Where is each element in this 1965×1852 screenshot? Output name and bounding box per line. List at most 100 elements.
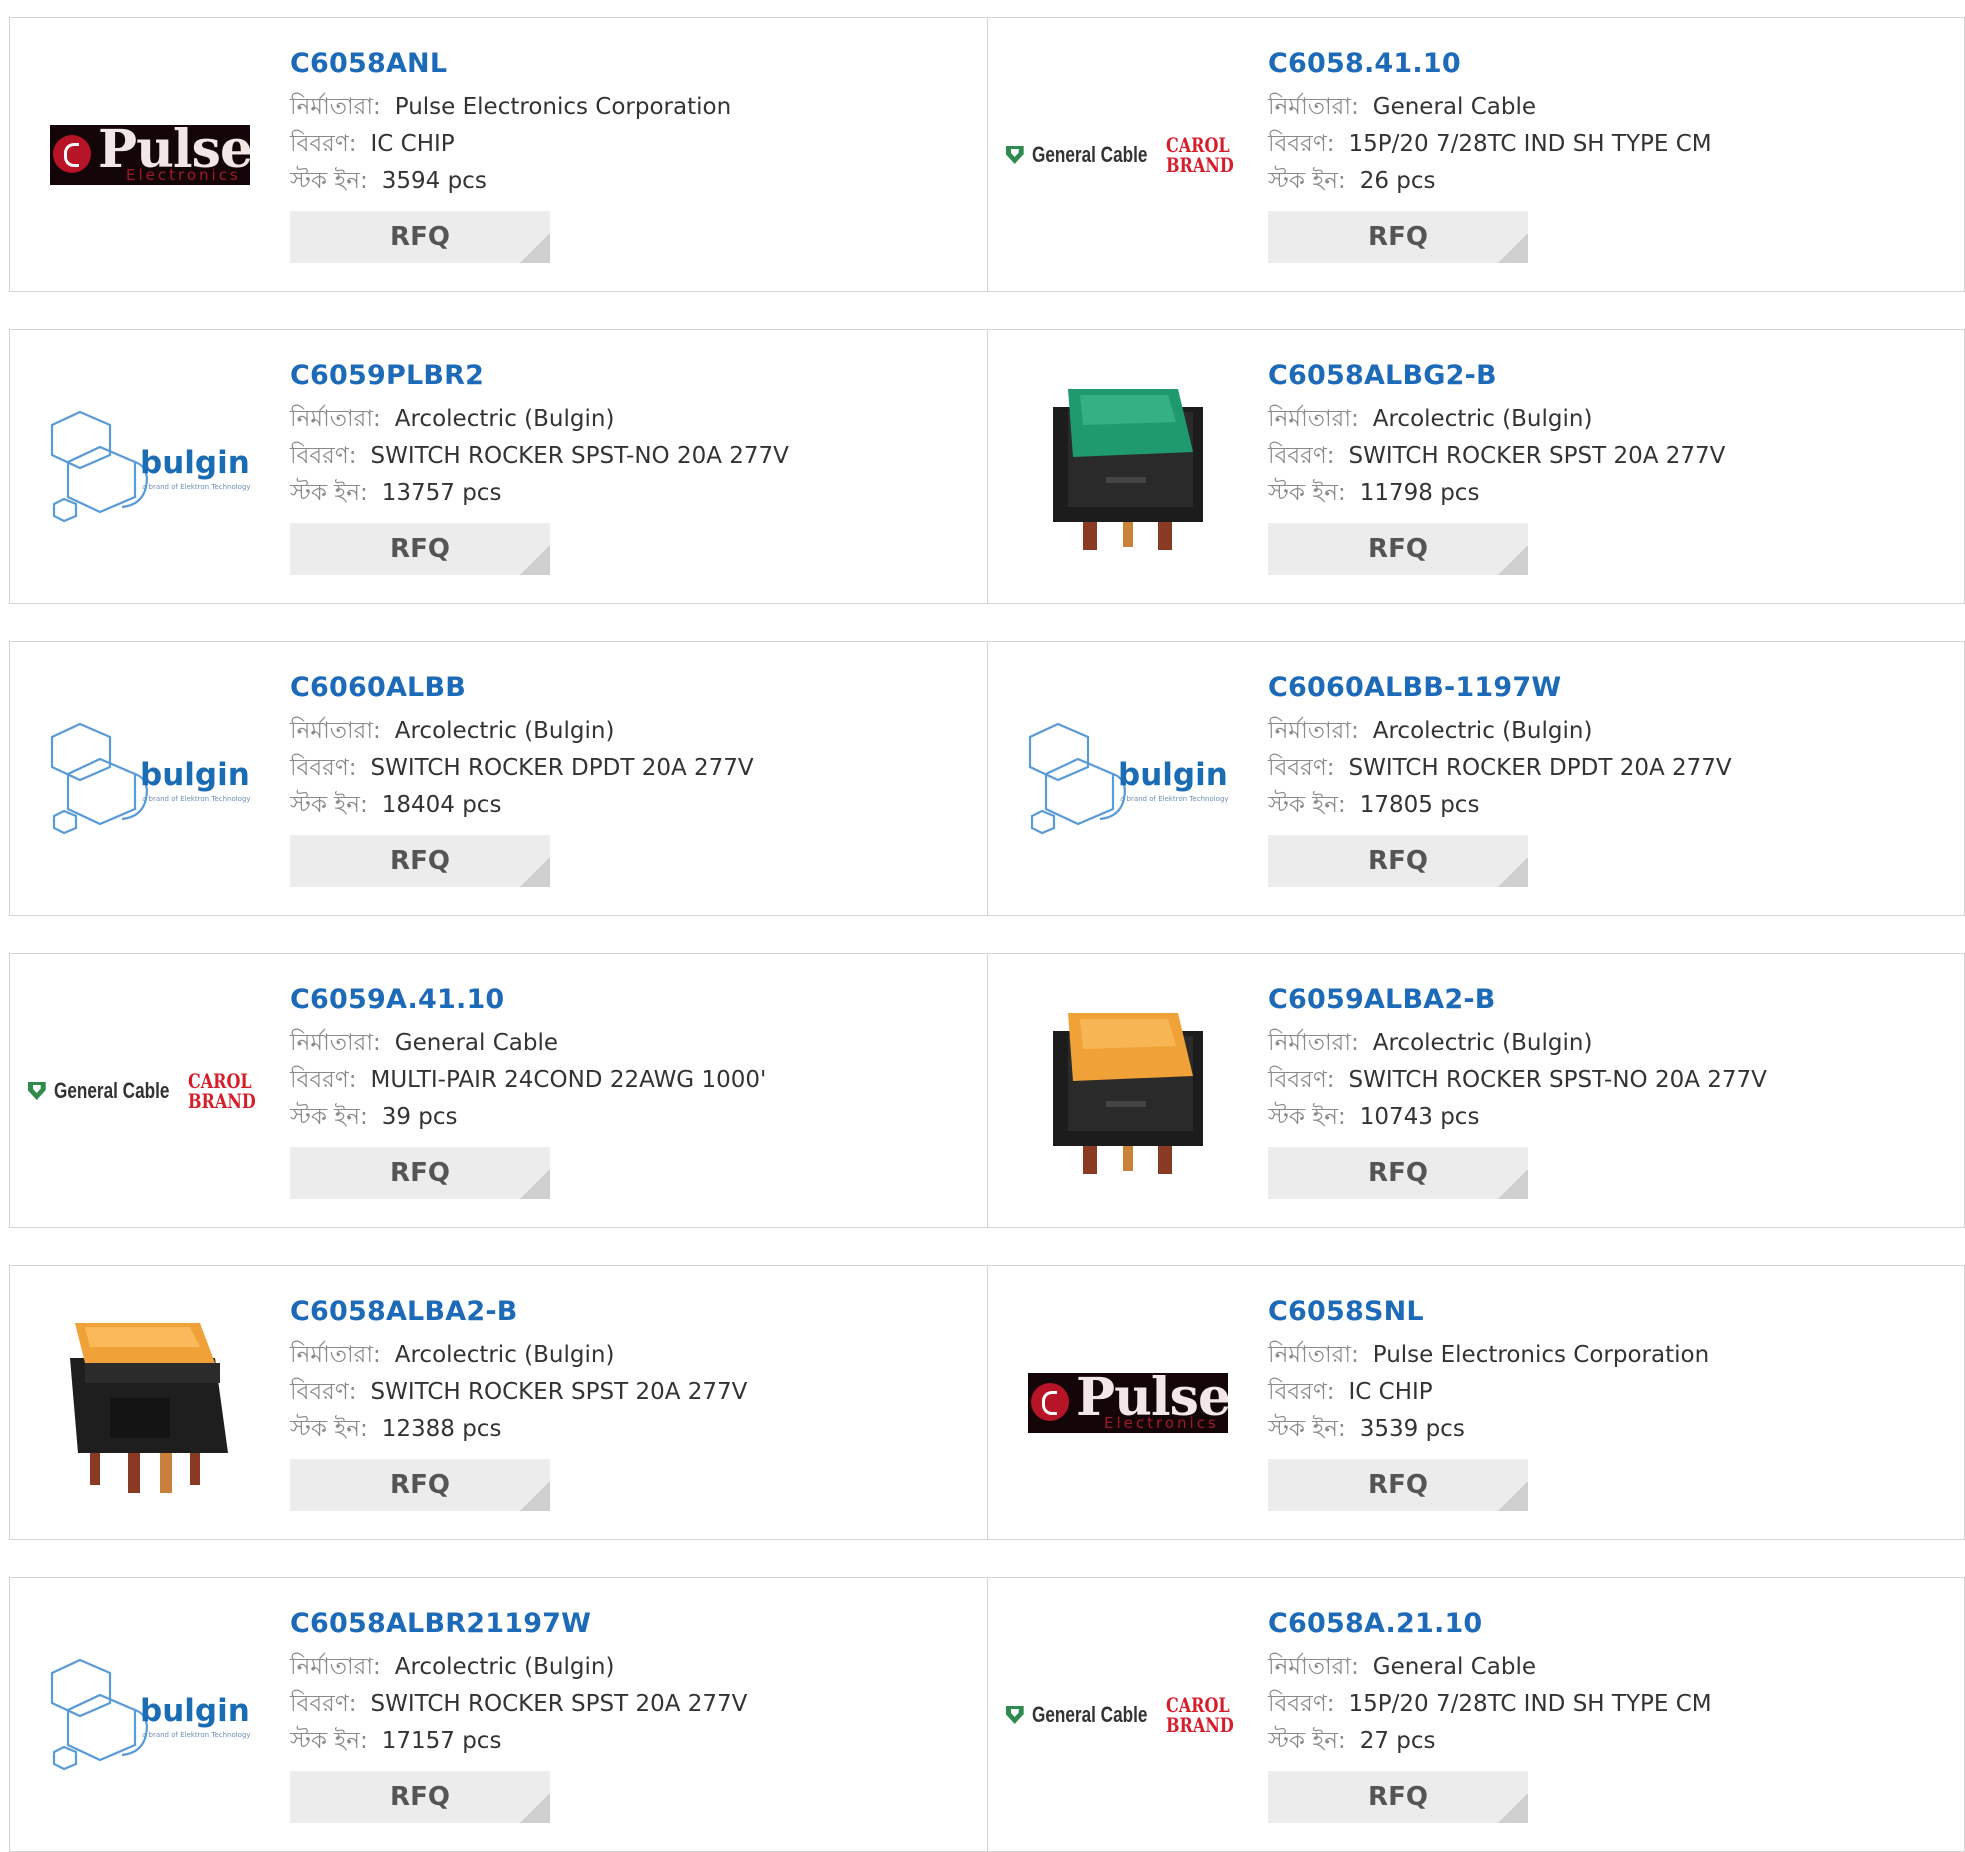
bulgin-logo: bulgin a brand of Elektron Technology xyxy=(50,407,251,527)
rfq-button[interactable]: RFQ xyxy=(1268,1147,1528,1199)
rocker-switch-image[interactable] xyxy=(1028,991,1228,1191)
manufacturer-value: Arcolectric (Bulgin) xyxy=(394,1342,615,1368)
stock-label: স্টক ইন: xyxy=(290,1104,368,1130)
description-row: বিবরণ: 15P/20 7/28TC IND SH TYPE CM xyxy=(1268,131,1928,158)
product-card: Pulse Electronics C6058SNL নির্মাতারা: Pulse… xyxy=(987,1265,1965,1540)
description-label: বিবরণ: xyxy=(1268,755,1335,781)
stock-value: 27 pcs xyxy=(1359,1728,1436,1754)
rfq-button[interactable]: RFQ xyxy=(1268,1459,1528,1511)
description-row: বিবরণ: 15P/20 7/28TC IND SH TYPE CM xyxy=(1268,1691,1928,1718)
part-number-link[interactable]: C6059PLBR2 xyxy=(290,358,950,394)
stock-row: স্টক ইন: 11798 pcs xyxy=(1268,480,1928,507)
description-value: MULTI-PAIR 24COND 22AWG 1000' xyxy=(370,1067,767,1093)
part-number-link[interactable]: C6060ALBB xyxy=(290,670,950,706)
stock-value: 17805 pcs xyxy=(1359,792,1480,818)
rocker-switch-image[interactable] xyxy=(1028,367,1228,567)
stock-value: 26 pcs xyxy=(1359,168,1436,194)
stock-row: স্টক ইন: 26 pcs xyxy=(1268,168,1928,195)
product-card: General Cable CAROL BRAND C6058A.21.10 নির্ম… xyxy=(987,1577,1965,1852)
description-label: বিবরণ: xyxy=(290,755,357,781)
general-cable-logo: General Cable CAROL BRAND xyxy=(1006,1695,1251,1735)
bulgin-logo[interactable]: bulgin a brand of Elektron Technology xyxy=(50,679,251,879)
general-cable-logo[interactable]: General Cable CAROL BRAND xyxy=(50,991,256,1191)
manufacturer-value: Arcolectric (Bulgin) xyxy=(394,406,615,432)
manufacturer-label: নির্মাতারা: xyxy=(290,1342,381,1368)
manufacturer-row: নির্মাতারা: Pulse Electronics Corporation xyxy=(1268,1342,1928,1369)
stock-label: স্টক ইন: xyxy=(1268,1728,1346,1754)
pulse-electronics-logo: Pulse Electronics xyxy=(1028,1373,1228,1433)
stock-label: স্টক ইন: xyxy=(290,1728,368,1754)
bulgin-logo: bulgin a brand of Elektron Technology xyxy=(1028,719,1229,839)
rfq-button[interactable]: RFQ xyxy=(1268,523,1528,575)
manufacturer-value: Pulse Electronics Corporation xyxy=(394,94,732,120)
stock-label: স্টক ইন: xyxy=(1268,792,1346,818)
general-cable-logo[interactable]: General Cable CAROL BRAND xyxy=(1028,55,1234,255)
bulgin-logo[interactable]: bulgin a brand of Elektron Technology xyxy=(50,367,251,567)
part-number-link[interactable]: C6058ALBG2-B xyxy=(1268,358,1928,394)
product-info: C6058.41.10 নির্মাতারা: General Cable বিবরণ… xyxy=(1268,46,1928,263)
part-number-link[interactable]: C6060ALBB-1197W xyxy=(1268,670,1928,706)
part-number-link[interactable]: C6058A.21.10 xyxy=(1268,1606,1928,1642)
part-number-link[interactable]: C6058SNL xyxy=(1268,1294,1928,1330)
manufacturer-value: Pulse Electronics Corporation xyxy=(1372,1342,1710,1368)
description-row: বিবরণ: SWITCH ROCKER SPST-NO 20A 277V xyxy=(290,443,950,470)
description-label: বিবরণ: xyxy=(290,131,357,157)
part-number-link[interactable]: C6058ALBA2-B xyxy=(290,1294,950,1330)
general-cable-logo: General Cable CAROL BRAND xyxy=(28,1071,273,1111)
rfq-button[interactable]: RFQ xyxy=(290,1771,550,1823)
rfq-button[interactable]: RFQ xyxy=(290,211,550,263)
bulgin-logo[interactable]: bulgin a brand of Elektron Technology xyxy=(50,1615,251,1815)
stock-row: স্টক ইন: 3539 pcs xyxy=(1268,1416,1928,1443)
description-value: 15P/20 7/28TC IND SH TYPE CM xyxy=(1348,1691,1712,1717)
stock-label: স্টক ইন: xyxy=(290,792,368,818)
description-row: বিবরণ: IC CHIP xyxy=(290,131,950,158)
rfq-button[interactable]: RFQ xyxy=(290,1459,550,1511)
manufacturer-label: নির্মাতারা: xyxy=(1268,406,1359,432)
stock-value: 3539 pcs xyxy=(1359,1416,1465,1442)
stock-label: স্টক ইন: xyxy=(1268,1104,1346,1130)
corner-triangle-icon xyxy=(1498,857,1528,887)
general-cable-logo: General Cable CAROL BRAND xyxy=(1006,135,1251,175)
description-label: বিবরণ: xyxy=(290,1067,357,1093)
bulgin-logo[interactable]: bulgin a brand of Elektron Technology xyxy=(1028,679,1229,879)
description-row: বিবরণ: SWITCH ROCKER SPST 20A 277V xyxy=(290,1691,950,1718)
stock-label: স্টক ইন: xyxy=(1268,168,1346,194)
rfq-button[interactable]: RFQ xyxy=(1268,211,1528,263)
corner-triangle-icon xyxy=(1498,1169,1528,1199)
stock-row: স্টক ইন: 12388 pcs xyxy=(290,1416,950,1443)
description-label: বিবরণ: xyxy=(1268,1379,1335,1405)
pulse-logo[interactable]: Pulse Electronics xyxy=(1028,1303,1228,1503)
product-info: C6058A.21.10 নির্মাতারা: General Cable বিবর… xyxy=(1268,1606,1928,1823)
part-number-link[interactable]: C6058.41.10 xyxy=(1268,46,1928,82)
part-number-link[interactable]: C6058ALBR21197W xyxy=(290,1606,950,1642)
product-card: Pulse Electronics C6058ANL নির্মাতারা: Pulse… xyxy=(9,17,987,292)
part-number-link[interactable]: C6059A.41.10 xyxy=(290,982,950,1018)
manufacturer-value: Arcolectric (Bulgin) xyxy=(1372,718,1593,744)
rfq-button[interactable]: RFQ xyxy=(290,523,550,575)
rfq-button[interactable]: RFQ xyxy=(1268,835,1528,887)
stock-value: 39 pcs xyxy=(381,1104,458,1130)
product-card: General Cable CAROL BRAND C6058.41.10 নির্মা… xyxy=(987,17,1965,292)
pulse-logo[interactable]: Pulse Electronics xyxy=(50,55,250,255)
stock-row: স্টক ইন: 3594 pcs xyxy=(290,168,950,195)
description-value: IC CHIP xyxy=(370,131,455,157)
stock-value: 10743 pcs xyxy=(1359,1104,1480,1130)
rfq-button[interactable]: RFQ xyxy=(1268,1771,1528,1823)
description-value: SWITCH ROCKER DPDT 20A 277V xyxy=(370,755,754,781)
corner-triangle-icon xyxy=(520,857,550,887)
manufacturer-label: নির্মাতারা: xyxy=(290,94,381,120)
stock-value: 17157 pcs xyxy=(381,1728,502,1754)
description-row: বিবরণ: MULTI-PAIR 24COND 22AWG 1000' xyxy=(290,1067,950,1094)
rocker-switch-image[interactable] xyxy=(50,1303,250,1503)
rfq-button[interactable]: RFQ xyxy=(290,1147,550,1199)
product-card: bulgin a brand of Elektron Technology C605… xyxy=(9,1577,987,1852)
part-number-link[interactable]: C6059ALBA2-B xyxy=(1268,982,1928,1018)
part-number-link[interactable]: C6058ANL xyxy=(290,46,950,82)
general-cable-logo[interactable]: General Cable CAROL BRAND xyxy=(1028,1615,1234,1815)
product-card: C6058ALBA2-B নির্মাতারা: Arcolectric (Bulg… xyxy=(9,1265,987,1540)
corner-triangle-icon xyxy=(520,545,550,575)
manufacturer-row: নির্মাতারা: General Cable xyxy=(290,1030,950,1057)
rfq-button[interactable]: RFQ xyxy=(290,835,550,887)
product-info: C6060ALBB-1197W নির্মাতারা: Arcolectric (B… xyxy=(1268,670,1928,887)
stock-label: স্টক ইন: xyxy=(290,480,368,506)
